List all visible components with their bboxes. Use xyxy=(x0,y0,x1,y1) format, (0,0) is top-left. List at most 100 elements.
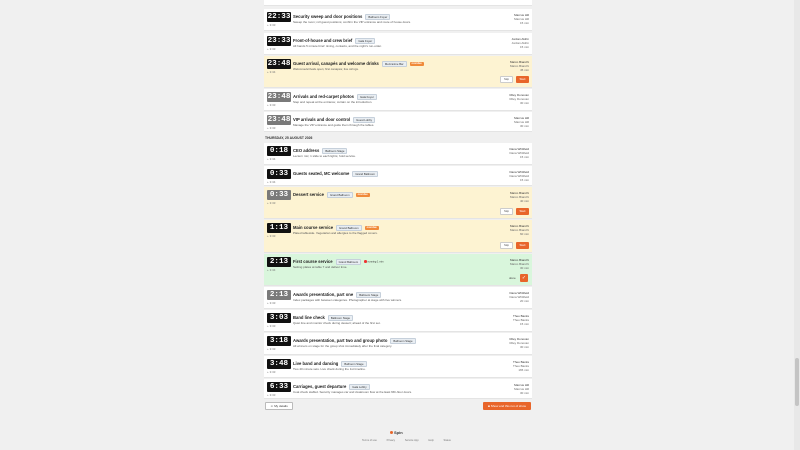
item-owner: Theo Banks Theo Banks 15 min xyxy=(512,314,529,326)
item-owner: Marcus Hill Marcus Hill 30 min xyxy=(514,383,529,395)
skip-button[interactable]: Skip xyxy=(500,76,513,83)
item-description: Quiet line and monitor check during dess… xyxy=(293,321,381,325)
start-button[interactable]: Start xyxy=(516,242,529,249)
time-chip: 2:13 xyxy=(267,290,291,300)
show-end-button[interactable]: ■ Show end this run of show xyxy=(483,402,531,410)
item-owner: Jordan Aldrin Jordan Aldrin 15 min xyxy=(511,37,529,49)
list-item[interactable]: 23:48 + 3:33 VIP arrivals and door contr… xyxy=(264,112,532,132)
time-chip: 6:33 xyxy=(267,382,291,392)
item-description: All winners on stage for the group shot … xyxy=(293,344,393,348)
list-item-overdue[interactable]: 0:33 + 3:33 Dessert service Grand Ballroo… xyxy=(264,187,532,219)
start-button[interactable]: Start xyxy=(516,76,529,83)
overdue-badge: overdue xyxy=(409,62,424,66)
live-dot-icon xyxy=(364,260,367,263)
time-chip: 23:33 xyxy=(267,36,291,46)
item-description: Step and repeat at the entrance; curtain… xyxy=(293,100,373,104)
link-help[interactable]: Help xyxy=(428,439,433,442)
list-item[interactable]: 23:48 + 3:33 Arrivals and red-carpet pho… xyxy=(264,89,532,111)
location-tag: Mezzanine Bar xyxy=(381,61,407,67)
item-owner: Marco Bianchi Marco Bianchi 60 min xyxy=(509,224,529,236)
list-item[interactable]: 0:18 + 3:34 CEO address Ballroom Stage Le… xyxy=(264,143,532,165)
item-description: All hands 5 minute brief: timing, contac… xyxy=(293,44,382,48)
item-title: Dessert service Grand Ballroom overdue xyxy=(293,192,370,198)
running-indicator: running 1 min xyxy=(364,260,383,264)
list-item[interactable]: 3:18 + 3:33 Awards presentation, part tw… xyxy=(264,333,532,355)
link-privacy[interactable]: Privacy xyxy=(387,439,396,442)
list-item[interactable]: 22:33 + 3:33 Security sweep and door pos… xyxy=(264,9,532,31)
list-item[interactable]: 6:33 + 3:33 Carriages, guest departure Ga… xyxy=(264,379,532,399)
item-owner: Dana Whitfield Dana Whitfield 20 min xyxy=(509,291,529,303)
link-service-app[interactable]: Service App xyxy=(405,439,419,442)
list-item[interactable]: 3:48 + 3:33 Live band and dancing Ballroo… xyxy=(264,356,532,378)
time-delta: + 3:33 xyxy=(267,126,276,130)
item-description: Lectern mic; 1 slide to each lights; hol… xyxy=(293,154,356,158)
skip-button[interactable]: Skip xyxy=(500,242,513,249)
item-owner: Marco Bianchi Marco Bianchi 40 min xyxy=(509,191,529,203)
item-owner: Dana Whitfield Dana Whitfield 15 min xyxy=(509,147,529,159)
my-details-button[interactable]: ☺ My details xyxy=(265,402,293,410)
time-chip: 23:48 xyxy=(267,115,291,125)
item-owner: Theo Banks Theo Banks 165 min xyxy=(512,360,529,372)
item-owner: Dana Whitfield Dana Whitfield 15 min xyxy=(509,170,529,182)
list-item[interactable]: Confirm details, timings and contacts… 4… xyxy=(264,0,532,6)
time-delta: + 3:33 xyxy=(267,393,276,397)
location-tag: Ballroom Stage xyxy=(390,338,416,344)
time-delta: + 3:33 xyxy=(267,23,276,27)
skip-button[interactable]: Skip xyxy=(500,208,513,215)
link-terms[interactable]: Terms of use xyxy=(362,439,377,442)
time-delta: + 3:34 xyxy=(267,268,276,272)
time-delta: + 3:34 xyxy=(267,180,276,184)
time-chip: 23:48 xyxy=(267,59,291,69)
item-title: Guests seated, MC welcome Grand Ballroom xyxy=(293,171,378,177)
location-tag: Grand Ballroom xyxy=(352,171,378,177)
time-chip: 3:18 xyxy=(267,336,291,346)
location-tag: Grand Ballroom xyxy=(326,192,353,198)
time-delta: + 3:33 xyxy=(267,47,276,51)
run-of-show: Confirm details, timings and contacts… 4… xyxy=(264,0,532,450)
item-owner: Marcus Hill Marcus Hill 30 min xyxy=(514,116,529,128)
time-delta: + 3:33 xyxy=(267,103,276,107)
list-item-overdue[interactable]: 1:13 + 3:33 Main course service Grand Bal… xyxy=(264,220,532,253)
time-delta: + 3:34 xyxy=(267,70,276,74)
time-chip: 1:13 xyxy=(267,223,291,233)
list-item-overdue[interactable]: 23:48 + 3:34 Guest arrival, canapés and … xyxy=(264,56,532,88)
time-delta: + 3:33 xyxy=(267,347,276,351)
footer-links: Terms of use Privacy Service App Help St… xyxy=(362,439,460,442)
item-owner: Marco Bianchi Marco Bianchi 45 min xyxy=(509,60,529,72)
item-owner: Marcus Hill Marcus Hill 15 min xyxy=(514,13,529,25)
time-chip: 22:33 xyxy=(267,12,291,22)
scrollbar[interactable] xyxy=(794,0,800,450)
check-icon: ✓ xyxy=(521,275,527,281)
time-chip: 2:13 xyxy=(267,257,291,267)
time-chip: 0:18 xyxy=(267,146,291,156)
brand-logo[interactable]: Spin xyxy=(390,430,403,435)
start-button[interactable]: Start xyxy=(516,208,529,215)
list-item[interactable]: 3:03 + 3:33 Band line check Ballroom Stag… xyxy=(264,310,532,332)
date-header: THURSDAY, 25 AUGUST 2026 xyxy=(265,136,313,140)
item-description: Welcome/arrivals open; first canapés; li… xyxy=(293,67,359,71)
mark-done-button[interactable]: ✓ xyxy=(520,274,528,282)
item-owner: Riley Donovan Riley Donovan 30 min xyxy=(509,93,529,105)
time-delta: + 3:33 xyxy=(267,370,276,374)
time-delta: + 3:33 xyxy=(267,201,276,205)
time-delta: + 3:33 xyxy=(267,301,276,305)
item-description: Setting plates at table 7 and deliver ti… xyxy=(293,265,348,269)
scrollbar-thumb[interactable] xyxy=(795,358,799,406)
time-delta: + 3:34 xyxy=(267,157,276,161)
time-chip: 23:48 xyxy=(267,92,291,102)
logo-icon xyxy=(390,431,393,434)
item-description: Sweep the room; roll guest positions; co… xyxy=(293,20,412,24)
list-item[interactable]: 0:33 + 3:34 Guests seated, MC welcome Gra… xyxy=(264,166,532,186)
list-item[interactable]: 23:33 + 3:33 Front-of-house and crew bri… xyxy=(264,33,532,55)
item-description: Manage the VIP entrance and guide them t… xyxy=(293,123,375,127)
time-delta: + 3:33 xyxy=(267,234,276,238)
item-description: Two 40 minute sets. Live check during th… xyxy=(293,367,366,371)
overdue-badge: overdue xyxy=(355,193,370,197)
link-status[interactable]: Status xyxy=(444,439,451,442)
time-chip: 0:33 xyxy=(267,169,291,179)
list-item[interactable]: 2:13 + 3:33 Awards presentation, part on… xyxy=(264,287,532,309)
list-item-running[interactable]: 2:13 + 3:34 First course service Grand Ba… xyxy=(264,254,532,286)
time-chip: 3:03 xyxy=(267,313,291,323)
time-chip: 0:33 xyxy=(267,190,291,200)
item-description: Plated tableside. Vegetarian and allergi… xyxy=(293,231,378,235)
